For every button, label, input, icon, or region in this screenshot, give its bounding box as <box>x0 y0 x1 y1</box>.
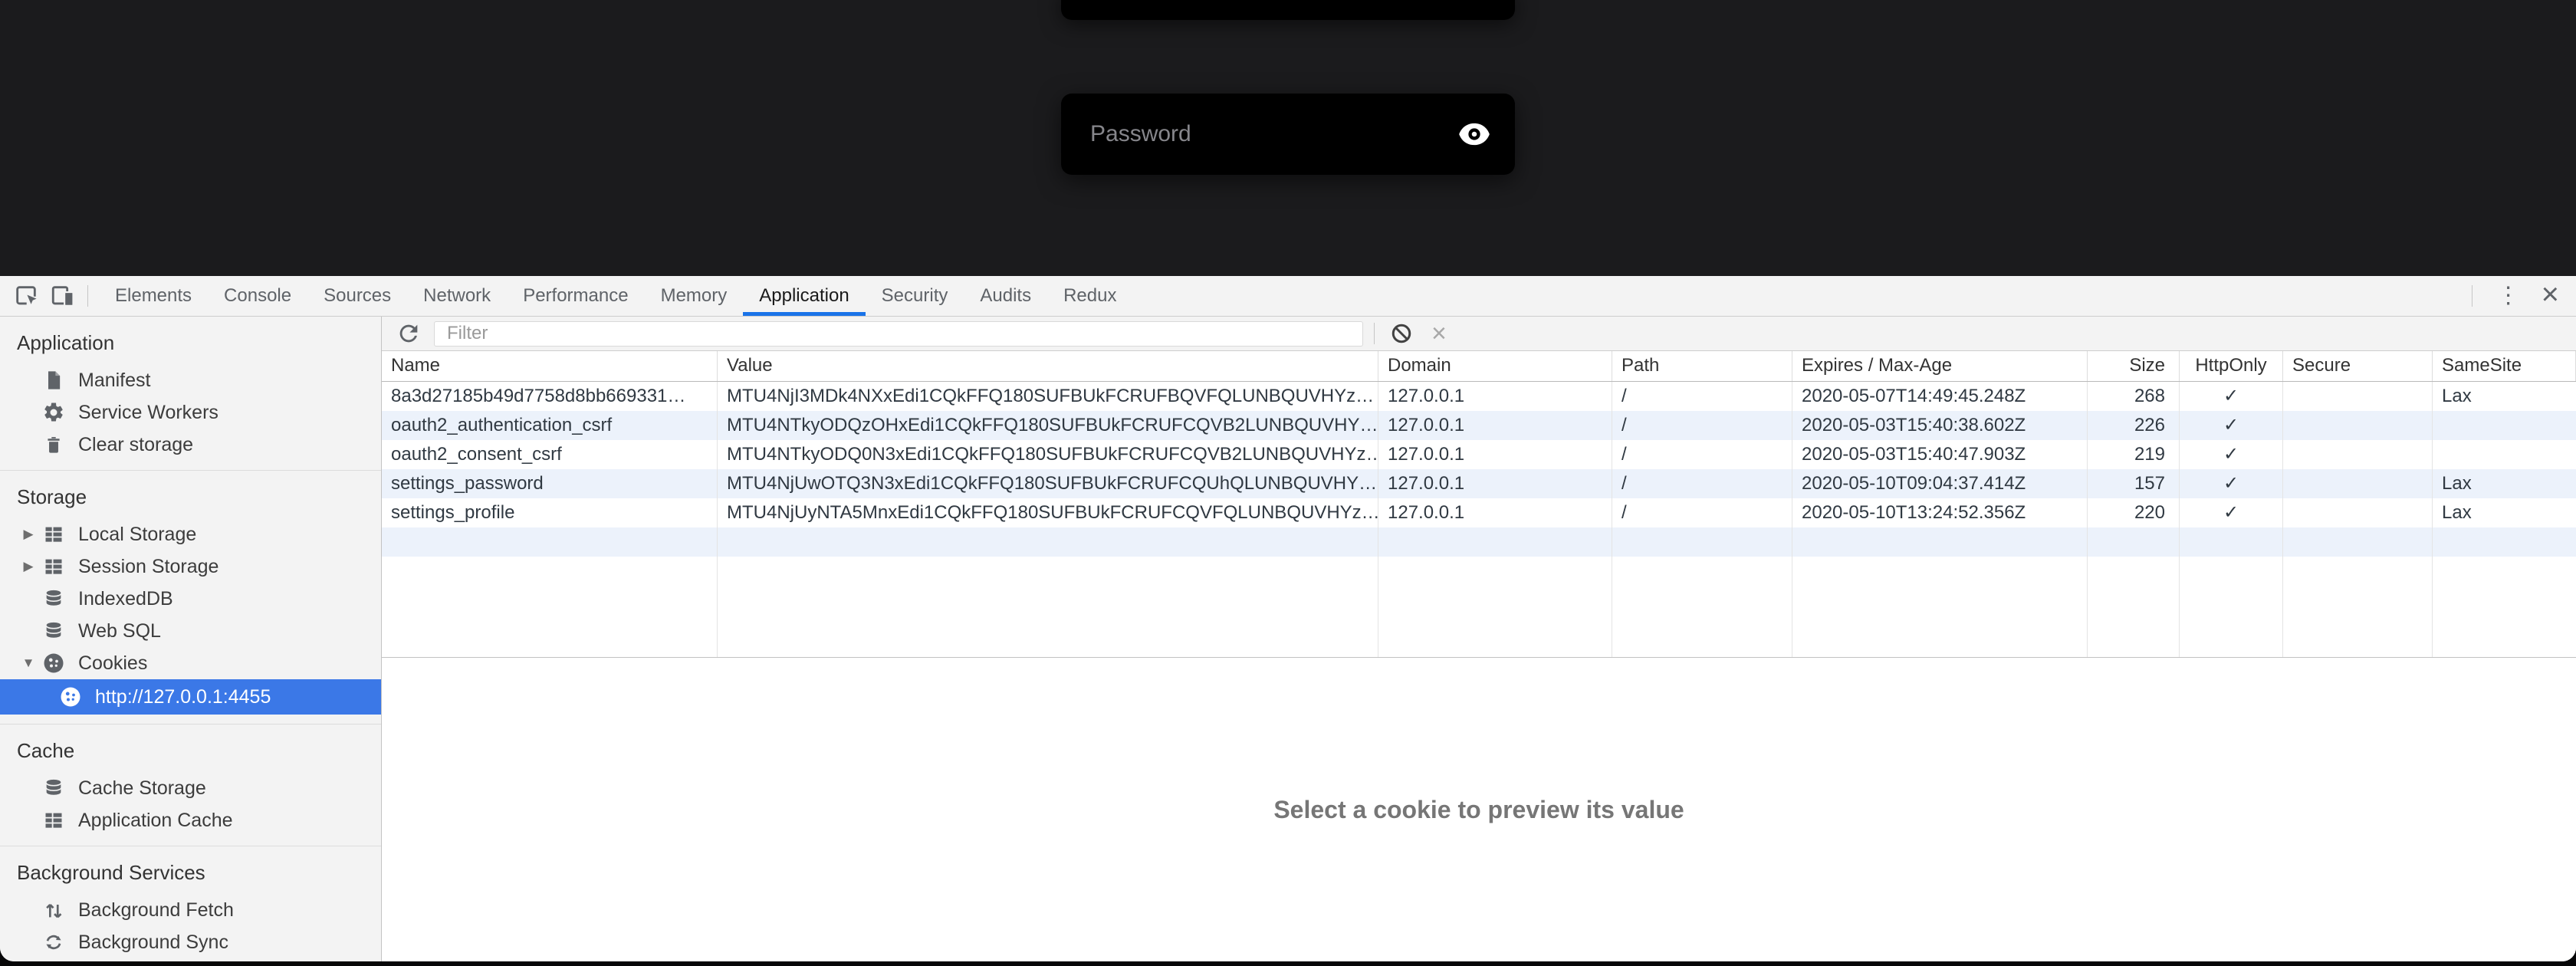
screen: Elements Console Sources Network Perform… <box>0 0 2576 966</box>
column-header-name[interactable]: Name <box>382 351 718 381</box>
clear-all-cookies-icon[interactable] <box>1390 322 1413 345</box>
toolbar-divider <box>1374 323 1375 344</box>
column-header-secure[interactable]: Secure <box>2283 351 2433 381</box>
section-title-storage: Storage <box>0 475 381 518</box>
cookie-preview-pane: Select a cookie to preview its value <box>382 658 2576 961</box>
devtools-panel: Elements Console Sources Network Perform… <box>0 276 2576 961</box>
httponly-checkmark: ✓ <box>2180 411 2283 440</box>
column-header-value[interactable]: Value <box>718 351 1378 381</box>
table-icon <box>41 554 66 579</box>
tab-audits[interactable]: Audits <box>964 276 1047 316</box>
refresh-icon[interactable] <box>396 320 422 347</box>
cookie-icon <box>41 651 66 675</box>
chevron-right-icon[interactable]: ▶ <box>17 527 40 542</box>
sidebar-item-manifest[interactable]: Manifest <box>0 364 381 396</box>
table-icon <box>41 808 66 833</box>
section-title-background-services: Background Services <box>0 851 381 894</box>
sidebar-section-cache: Cache Cache Storage <box>0 724 381 846</box>
sidebar-item-notifications[interactable]: Notifications <box>0 958 381 961</box>
tab-network[interactable]: Network <box>407 276 507 316</box>
table-header-row: Name Value Domain Path Expires / Max-Age… <box>382 351 2576 382</box>
clear-filter-icon[interactable]: × <box>1431 320 1447 347</box>
table-row[interactable]: settings_profile MTU4NjUyNTA5MnxEdi1CQkF… <box>382 498 2576 527</box>
tab-console[interactable]: Console <box>208 276 307 316</box>
up-down-arrows-icon <box>41 898 66 922</box>
sidebar-section-application: Application Manifest <box>0 317 381 470</box>
tabbar-divider <box>87 285 88 307</box>
sidebar-item-session-storage[interactable]: ▶ Session Storage <box>0 550 381 583</box>
httponly-checkmark: ✓ <box>2180 469 2283 498</box>
table-row[interactable]: oauth2_consent_csrf MTU4NTkyODQ0N3xEdi1C… <box>382 440 2576 469</box>
cookies-panel: × Name Value Domain Path Expires / Max-A… <box>382 317 2576 961</box>
cookies-table: Name Value Domain Path Expires / Max-Age… <box>382 351 2576 658</box>
sidebar-section-background-services: Background Services Background Fetch <box>0 846 381 961</box>
truncated-text-field[interactable] <box>1061 0 1515 20</box>
sidebar-item-web-sql[interactable]: Web SQL <box>0 615 381 647</box>
inspect-element-icon[interactable] <box>12 282 40 310</box>
application-sidebar: Application Manifest <box>0 317 382 961</box>
database-icon <box>41 776 66 800</box>
sidebar-item-background-sync[interactable]: Background Sync <box>0 926 381 958</box>
tab-sources[interactable]: Sources <box>307 276 407 316</box>
column-header-expires[interactable]: Expires / Max-Age <box>1792 351 2088 381</box>
tab-application[interactable]: Application <box>743 276 865 316</box>
column-header-size[interactable]: Size <box>2088 351 2180 381</box>
sidebar-item-background-fetch[interactable]: Background Fetch <box>0 894 381 926</box>
sidebar-item-application-cache[interactable]: Application Cache <box>0 804 381 836</box>
section-title-application: Application <box>0 321 381 364</box>
httponly-checkmark: ✓ <box>2180 440 2283 469</box>
trash-icon <box>41 432 66 457</box>
sidebar-item-cookies[interactable]: ▼ Cookies <box>0 647 381 679</box>
preview-placeholder-message: Select a cookie to preview its value <box>1273 796 1684 824</box>
table-row[interactable]: oauth2_authentication_csrf MTU4NTkyODQzO… <box>382 411 2576 440</box>
sidebar-item-cookies-origin[interactable]: http://127.0.0.1:4455 <box>0 679 381 715</box>
table-row[interactable]: 8a3d27185b49d7758d8bb669331… MTU4NjI3MDk… <box>382 382 2576 411</box>
column-header-domain[interactable]: Domain <box>1378 351 1612 381</box>
filter-input[interactable] <box>434 321 1363 347</box>
toggle-device-toolbar-icon[interactable] <box>49 282 77 310</box>
empty-table-row <box>382 527 2576 557</box>
password-input[interactable] <box>1061 94 1457 175</box>
password-field-container <box>1061 94 1515 175</box>
tab-performance[interactable]: Performance <box>507 276 644 316</box>
column-header-httponly[interactable]: HttpOnly <box>2180 351 2283 381</box>
tab-elements[interactable]: Elements <box>99 276 208 316</box>
sidebar-section-storage: Storage ▶ Local Storage ▶ <box>0 470 381 724</box>
sidebar-item-service-workers[interactable]: Service Workers <box>0 396 381 429</box>
devtools-tabbar: Elements Console Sources Network Perform… <box>0 276 2576 317</box>
column-header-samesite[interactable]: SameSite <box>2433 351 2576 381</box>
column-header-path[interactable]: Path <box>1612 351 1792 381</box>
httponly-checkmark: ✓ <box>2180 382 2283 411</box>
tab-redux[interactable]: Redux <box>1047 276 1132 316</box>
chevron-right-icon[interactable]: ▶ <box>17 559 40 574</box>
sidebar-item-local-storage[interactable]: ▶ Local Storage <box>0 518 381 550</box>
sync-icon <box>41 930 66 955</box>
close-devtools-icon[interactable]: × <box>2534 279 2576 313</box>
httponly-checkmark: ✓ <box>2180 498 2283 527</box>
kebab-menu-icon[interactable]: ⋮ <box>2483 284 2534 307</box>
tabbar-right-controls: ⋮ × <box>2461 279 2576 313</box>
table-icon <box>41 522 66 547</box>
database-icon <box>41 619 66 643</box>
database-icon <box>41 586 66 611</box>
sidebar-item-indexeddb[interactable]: IndexedDB <box>0 583 381 615</box>
tab-memory[interactable]: Memory <box>645 276 744 316</box>
gear-icon <box>41 400 66 425</box>
tab-security[interactable]: Security <box>866 276 964 316</box>
table-row[interactable]: settings_password MTU4NjUwOTQ3N3xEdi1CQk… <box>382 469 2576 498</box>
show-password-icon[interactable] <box>1457 121 1492 147</box>
file-icon <box>41 368 66 393</box>
cookie-icon <box>58 685 83 709</box>
section-title-cache: Cache <box>0 729 381 772</box>
cookies-toolbar: × <box>382 317 2576 351</box>
webpage-background <box>0 0 2576 276</box>
table-filler-area <box>382 557 2576 657</box>
sidebar-item-cache-storage[interactable]: Cache Storage <box>0 772 381 804</box>
sidebar-item-clear-storage[interactable]: Clear storage <box>0 429 381 461</box>
chevron-down-icon[interactable]: ▼ <box>17 656 40 671</box>
